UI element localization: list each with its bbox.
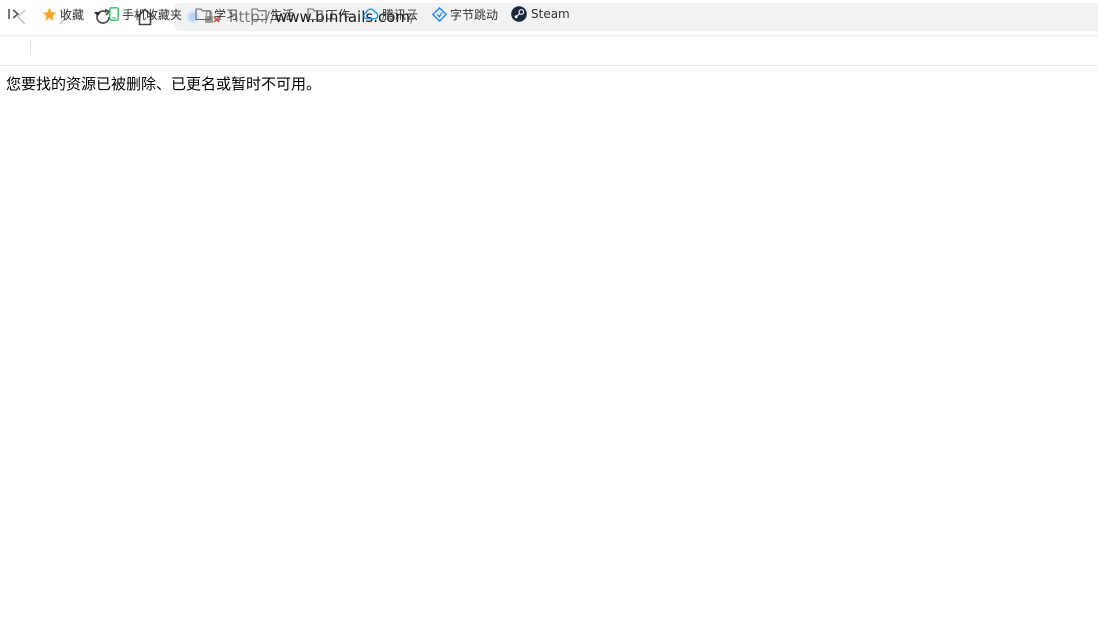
bookmark-tencent-cloud[interactable]: 腾讯云	[363, 4, 418, 24]
bookmarks-bar	[0, 35, 1098, 66]
bookmark-label: 手机收藏夹	[122, 7, 183, 22]
sidebar-toggle-icon	[8, 9, 20, 19]
bookmarks-divider	[30, 42, 31, 56]
bookmark-favorites[interactable]: 收藏	[41, 4, 102, 24]
bookmark-label: 收藏	[60, 7, 85, 22]
bookmark-label: 字节跳动	[450, 7, 499, 22]
error-message: 您要找的资源已被删除、已更名或暂时不可用。	[6, 75, 322, 93]
sidebar-toggle-button[interactable]	[6, 4, 22, 24]
bookmark-mobile-favorites[interactable]: 手机收藏夹	[108, 4, 182, 24]
bookmark-label: 学习	[214, 7, 239, 22]
folder-icon	[307, 6, 323, 22]
bookmark-folder-study[interactable]: 学习	[195, 4, 238, 24]
bookmark-label: Steam	[531, 7, 570, 21]
folder-icon	[195, 6, 211, 22]
folder-icon	[251, 6, 267, 22]
steam-icon	[511, 6, 527, 22]
bookmark-label: 腾讯云	[382, 7, 419, 22]
phone-icon	[108, 6, 120, 22]
bookmark-label: 工作	[326, 7, 351, 22]
chevron-down-icon[interactable]	[94, 11, 102, 17]
bookmark-folder-work[interactable]: 工作	[307, 4, 350, 24]
bookmark-folder-life[interactable]: 生活	[251, 4, 294, 24]
bookmark-steam[interactable]: Steam	[511, 4, 570, 24]
bookmark-label: 生活	[270, 7, 295, 22]
star-icon	[41, 6, 57, 22]
bytedance-icon	[431, 6, 447, 22]
bookmark-bytedance[interactable]: 字节跳动	[431, 4, 499, 24]
tencent-cloud-icon	[363, 6, 379, 22]
